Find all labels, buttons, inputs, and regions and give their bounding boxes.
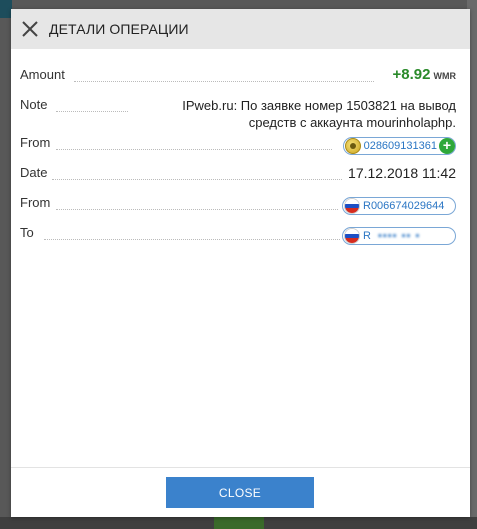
from-label: From [20, 135, 51, 150]
amount-value: +8.92 [392, 66, 431, 83]
wallet-badge-from-2[interactable]: R006674029644 [342, 197, 456, 215]
dotted-leader [56, 111, 128, 112]
amount-currency: WMR [433, 71, 457, 81]
to-row: To R ▪▪▪▪ ▪▪ ▪ [20, 225, 456, 245]
dotted-leader [56, 209, 338, 210]
close-x-icon[interactable] [20, 19, 40, 39]
to-label: To [20, 225, 34, 240]
dialog-header: ДЕТАЛИ ОПЕРАЦИИ [11, 9, 470, 49]
amount-value-group: +8.92 WMR [393, 66, 456, 83]
footer-divider [11, 467, 470, 468]
wallet-badge-to[interactable]: R ▪▪▪▪ ▪▪ ▪ [342, 227, 456, 245]
dotted-leader [74, 81, 374, 82]
russia-flag-icon [344, 228, 360, 244]
redacted-wallet-id: ▪▪▪▪ ▪▪ ▪ [377, 230, 421, 242]
date-value: 17.12.2018 11:42 [348, 165, 456, 181]
background-green-block [214, 517, 264, 529]
note-label: Note [20, 97, 48, 112]
dotted-leader [44, 239, 340, 240]
plus-circle-icon[interactable]: + [439, 138, 455, 154]
webmoney-coin-icon [344, 138, 361, 154]
wallet-id: 028609131361 [363, 140, 437, 152]
note-value: IPweb.ru: По заявке номер 1503821 на выв… [182, 98, 456, 130]
amount-label: Amount [20, 67, 65, 82]
russia-flag-icon [344, 198, 360, 214]
operation-details-dialog: ДЕТАЛИ ОПЕРАЦИИ Amount +8.92 WMR Note IPw… [11, 9, 470, 517]
wallet-id: R006674029644 [363, 200, 445, 212]
background-bottom-edge [0, 517, 477, 529]
date-row: Date 17.12.2018 11:42 [20, 165, 456, 185]
wallet-badge-from-1[interactable]: 028609131361 + [342, 137, 456, 155]
dialog-title: ДЕТАЛИ ОПЕРАЦИИ [49, 21, 189, 37]
note-row: Note IPweb.ru: По заявке номер 1503821 н… [20, 97, 456, 133]
from-row-2: From R006674029644 [20, 195, 456, 215]
close-button[interactable]: CLOSE [166, 477, 314, 508]
from-row-1: From 028609131361 + [20, 135, 456, 155]
date-label: Date [20, 165, 48, 180]
dotted-leader [52, 179, 342, 180]
amount-row: Amount +8.92 WMR [20, 66, 456, 87]
from-label: From [20, 195, 51, 210]
dotted-leader [56, 149, 332, 150]
wallet-id: R [363, 230, 371, 242]
